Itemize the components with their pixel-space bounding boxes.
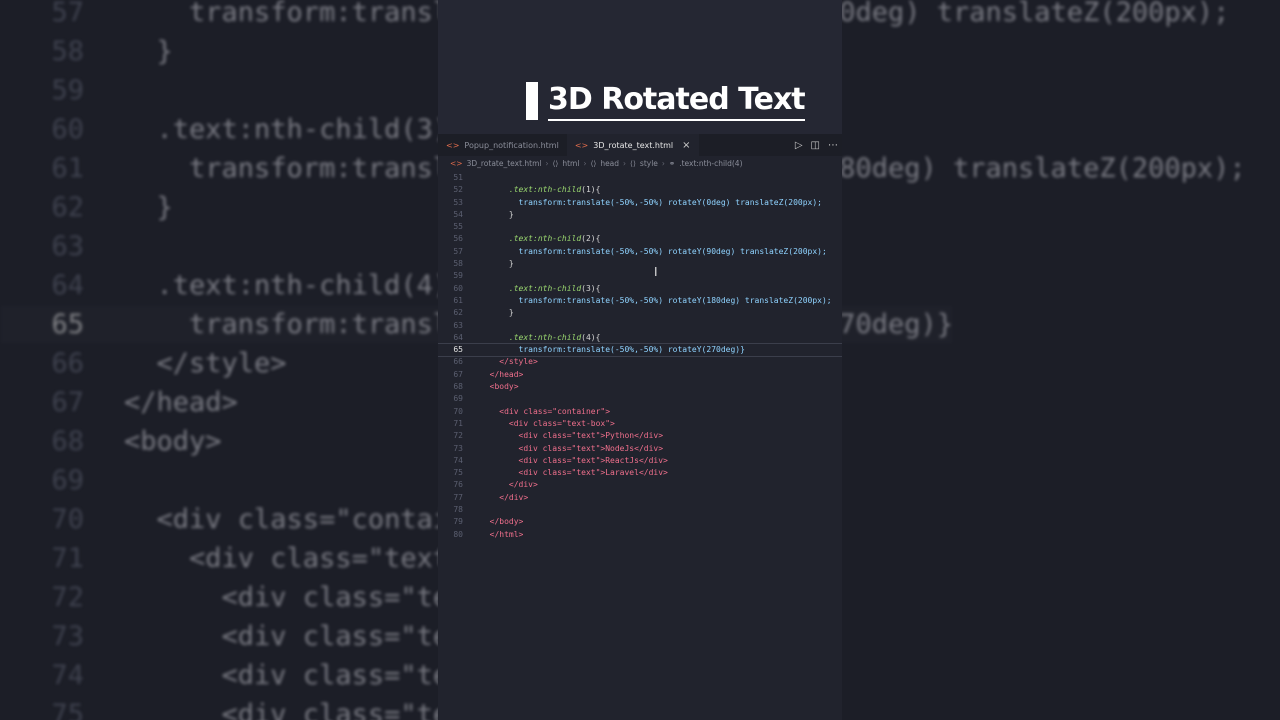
code-line: 60 .text:nth-child(3){ [453, 283, 601, 293]
background-zoom-right: 57 transform:translate(-50%,-50%) rotate… [842, 0, 1280, 720]
background-code-line: 72 <div class="text">Python</div> [51, 582, 438, 613]
run-icon[interactable]: ▷ [795, 140, 803, 151]
split-editor-icon[interactable]: ◫ [811, 140, 820, 151]
background-code-line: 57 transform:translate(-50%,-50%) rotate… [842, 0, 1230, 28]
background-code-line: 75 <div class="text">Laravel</div> [51, 699, 438, 720]
breadcrumb-head[interactable]: head [600, 159, 619, 168]
code-line: 64 .text:nth-child(4){ [453, 332, 601, 342]
tab-3d-rotate-text[interactable]: <> 3D_rotate_text.html × [566, 134, 699, 156]
code-line: 58 } [453, 259, 514, 269]
html-file-icon: <> [574, 140, 589, 150]
breadcrumb-html[interactable]: html [562, 159, 579, 168]
css-selector-icon: ⚭ [668, 158, 676, 168]
code-line: 53 transform:translate(-50%,-50%) rotate… [453, 197, 822, 207]
html-file-icon: <> [446, 140, 460, 150]
background-code-line: 59 [51, 75, 84, 106]
background-code-line: 71 <div class="text-box"> [51, 543, 438, 574]
code-line: 55 [453, 222, 463, 232]
background-code-line: 65 transform:translate(-50%,-50%) rotate… [842, 305, 953, 344]
code-line: 79 </body> [453, 517, 524, 527]
background-code-line: 57 transform:translate(-50%,-50%) rotate… [51, 0, 438, 28]
background-code-line: 69 [51, 465, 84, 496]
breadcrumb-style[interactable]: style [640, 159, 658, 168]
title-accent-bar [526, 82, 538, 120]
code-line: 70 <div class="container"> [453, 406, 611, 416]
close-icon[interactable]: × [682, 140, 690, 151]
code-line: 78 [453, 505, 463, 515]
background-code-line: 61 transform:translate(-50%,-50%) rotate… [51, 153, 438, 184]
tab-popup-notification[interactable]: <> Popup_notification.html [438, 134, 567, 156]
code-line: 67 </head> [453, 369, 524, 379]
tab-label: 3D_rotate_text.html [593, 140, 674, 150]
code-line: 63 [453, 320, 463, 330]
more-actions-icon[interactable]: ⋯ [828, 140, 838, 151]
breadcrumb: <> 3D_rotate_text.html › ⟨⟩ html › ⟨⟩ he… [438, 156, 842, 170]
code-line: 76 </div> [453, 480, 538, 490]
page-title: 3D Rotated Text [548, 81, 806, 121]
code-line: 69 [453, 394, 463, 404]
code-line: 77 </div> [453, 492, 529, 502]
code-line: 56 .text:nth-child(2){ [453, 234, 601, 244]
code-line: 72 <div class="text">Python</div> [453, 431, 664, 441]
code-line: 61 transform:translate(-50%,-50%) rotate… [453, 295, 832, 305]
code-line: 57 transform:translate(-50%,-50%) rotate… [453, 246, 827, 256]
code-editor: <> Popup_notification.html <> 3D_rotate_… [438, 134, 842, 720]
title-banner: 3D Rotated Text [526, 80, 806, 122]
code-line: 51 [453, 173, 463, 182]
html-file-icon: <> [450, 158, 463, 168]
background-zoom-left: 57 transform:translate(-50%,-50%) rotate… [0, 0, 438, 720]
background-code-line: 64 .text:nth-child(4){ [51, 270, 438, 301]
code-line: 71 <div class="text-box"> [453, 418, 615, 428]
breadcrumb-selector[interactable]: .text:nth-child(4) [679, 159, 742, 168]
code-line-active: 65 transform:translate(-50%,-50%) rotate… [438, 343, 842, 358]
code-line: 68 <body> [453, 382, 519, 392]
tag-icon: ⟨⟩ [630, 158, 636, 168]
editor-actions: ▷ ◫ ⋯ [795, 134, 842, 156]
code-line: 59 [453, 271, 463, 281]
background-code-line: 67 </head> [51, 387, 238, 418]
code-line: 80 </html> [453, 529, 524, 539]
background-code-line: 68 <body> [51, 426, 222, 457]
background-code-line: 60 .text:nth-child(3){ [51, 114, 438, 145]
code-line: 66 </style> [453, 357, 538, 367]
code-line: 74 <div class="text">ReactJs</div> [453, 455, 668, 465]
code-line: 52 .text:nth-child(1){ [453, 185, 601, 195]
breadcrumb-file[interactable]: 3D_rotate_text.html [467, 159, 542, 168]
tag-icon: ⟨⟩ [552, 158, 559, 168]
text-cursor-icon: I [654, 265, 658, 279]
tab-label: Popup_notification.html [464, 140, 559, 150]
background-code-line: 73 <div class="text">NodeJs</div> [51, 621, 438, 652]
code-area[interactable]: 51 52 .text:nth-child(1){ 53 transform:t… [438, 172, 842, 541]
video-center-column: 3D Rotated Text <> Popup_notification.ht… [438, 0, 842, 720]
background-code-line: 65 transform:translate(-50%,-50%) rotate… [0, 305, 438, 344]
chevron-right-icon: › [583, 158, 587, 168]
tag-icon: ⟨⟩ [590, 158, 597, 168]
background-code-line: 74 <div class="text">ReactJs</div> [51, 660, 438, 691]
background-code-line: 61 transform:translate(-50%,-50%) rotate… [842, 153, 1246, 184]
background-code-line: 70 <div class="container"> [51, 504, 438, 535]
code-line: 75 <div class="text">Laravel</div> [453, 468, 668, 478]
chevron-right-icon: › [545, 158, 549, 168]
code-line: 73 <div class="text">NodeJs</div> [453, 443, 664, 453]
chevron-right-icon: › [623, 158, 627, 168]
background-code-line: 63 [51, 231, 84, 262]
editor-tab-bar: <> Popup_notification.html <> 3D_rotate_… [438, 134, 842, 156]
background-code-line: 58 } [51, 36, 173, 67]
background-code-line: 66 </style> [51, 348, 287, 379]
chevron-right-icon: › [661, 158, 665, 168]
code-line: 62 } [453, 308, 514, 318]
code-line: 54 } [453, 209, 514, 219]
background-code-line: 62 } [51, 192, 173, 223]
